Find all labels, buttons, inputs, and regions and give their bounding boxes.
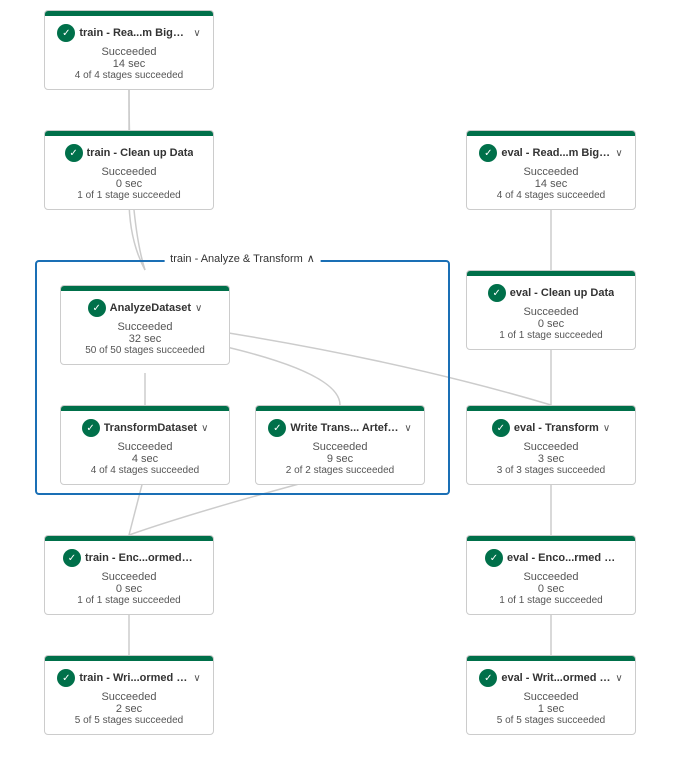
group-label: train - Analyze & Transform ∧ [164,252,321,265]
chevron-icon[interactable]: ∨ [201,423,208,434]
node-train-enc-data: ✓ train - Enc...ormed Data Succeeded 0 s… [44,535,214,615]
node-status: Succeeded [473,571,629,583]
node-analyze-dataset: ✓ AnalyzeDataset ∨ Succeeded 32 sec 50 o… [60,285,230,365]
node-title: eval - Writ...ormed Data [501,672,611,684]
node-stages: 2 of 2 stages succeeded [262,465,418,476]
success-icon: ✓ [268,419,286,437]
node-title: train - Wri...ormed Data [79,672,189,684]
node-eval-writ-data: ✓ eval - Writ...ormed Data ∨ Succeeded 1… [466,655,636,735]
node-status: Succeeded [51,571,207,583]
node-status: Succeeded [473,166,629,178]
node-eval-read-bigquery: ✓ eval - Read...m BigQuery ∨ Succeeded 1… [466,130,636,210]
chevron-icon[interactable]: ∨ [615,673,622,684]
node-time: 9 sec [262,453,418,465]
node-title: eval - Enco...rmed Data [507,552,617,564]
node-status: Succeeded [473,691,629,703]
node-time: 0 sec [473,583,629,595]
node-time: 14 sec [51,58,207,70]
node-stages: 1 of 1 stage succeeded [473,595,629,606]
node-status: Succeeded [51,46,207,58]
success-icon: ✓ [88,299,106,317]
node-status: Succeeded [51,166,207,178]
node-status: Succeeded [51,691,207,703]
node-title: train - Enc...ormed Data [85,552,195,564]
success-icon: ✓ [492,419,510,437]
node-time: 1 sec [473,703,629,715]
chevron-icon[interactable]: ∨ [193,673,200,684]
node-status: Succeeded [473,441,629,453]
node-train-clean-up: ✓ train - Clean up Data Succeeded 0 sec … [44,130,214,210]
success-icon: ✓ [488,284,506,302]
node-eval-enc-data: ✓ eval - Enco...rmed Data Succeeded 0 se… [466,535,636,615]
node-status: Succeeded [262,441,418,453]
node-train-wri-data: ✓ train - Wri...ormed Data ∨ Succeeded 2… [44,655,214,735]
success-icon: ✓ [65,144,83,162]
node-stages: 5 of 5 stages succeeded [51,715,207,726]
success-icon: ✓ [479,144,497,162]
node-stages: 1 of 1 stage succeeded [51,595,207,606]
node-stages: 5 of 5 stages succeeded [473,715,629,726]
node-stages: 1 of 1 stage succeeded [473,330,629,341]
node-write-trans-artefacts: ✓ Write Trans... Artefacts ∨ Succeeded 9… [255,405,425,485]
node-time: 0 sec [473,318,629,330]
node-time: 0 sec [51,178,207,190]
success-icon: ✓ [479,669,497,687]
success-icon: ✓ [57,669,75,687]
chevron-icon[interactable]: ∨ [615,148,622,159]
node-time: 4 sec [67,453,223,465]
node-status: Succeeded [67,441,223,453]
node-time: 2 sec [51,703,207,715]
node-eval-clean-up: ✓ eval - Clean up Data Succeeded 0 sec 1… [466,270,636,350]
success-icon: ✓ [485,549,503,567]
node-title: train - Rea...m BigQuery [79,27,189,39]
node-eval-transform: ✓ eval - Transform ∨ Succeeded 3 sec 3 o… [466,405,636,485]
node-transform-dataset: ✓ TransformDataset ∨ Succeeded 4 sec 4 o… [60,405,230,485]
node-train-read-bigquery: ✓ train - Rea...m BigQuery ∨ Succeeded 1… [44,10,214,90]
node-status: Succeeded [473,306,629,318]
success-icon: ✓ [63,549,81,567]
success-icon: ✓ [57,24,75,42]
chevron-icon[interactable]: ∨ [603,423,610,434]
node-title: train - Clean up Data [87,147,194,159]
node-stages: 50 of 50 stages succeeded [67,345,223,356]
success-icon: ✓ [82,419,100,437]
node-stages: 4 of 4 stages succeeded [67,465,223,476]
node-stages: 4 of 4 stages succeeded [473,190,629,201]
node-time: 14 sec [473,178,629,190]
node-time: 3 sec [473,453,629,465]
node-title: eval - Clean up Data [510,287,615,299]
node-stages: 3 of 3 stages succeeded [473,465,629,476]
node-title: AnalyzeDataset [110,302,191,314]
node-status: Succeeded [67,321,223,333]
chevron-icon[interactable]: ∨ [193,28,200,39]
node-title: TransformDataset [104,422,198,434]
node-time: 32 sec [67,333,223,345]
chevron-icon[interactable]: ∨ [195,303,202,314]
node-time: 0 sec [51,583,207,595]
chevron-icon[interactable]: ∨ [404,423,411,434]
node-title: eval - Transform [514,422,599,434]
node-stages: 4 of 4 stages succeeded [51,70,207,81]
node-title: eval - Read...m BigQuery [501,147,611,159]
node-stages: 1 of 1 stage succeeded [51,190,207,201]
node-title: Write Trans... Artefacts [290,422,400,434]
